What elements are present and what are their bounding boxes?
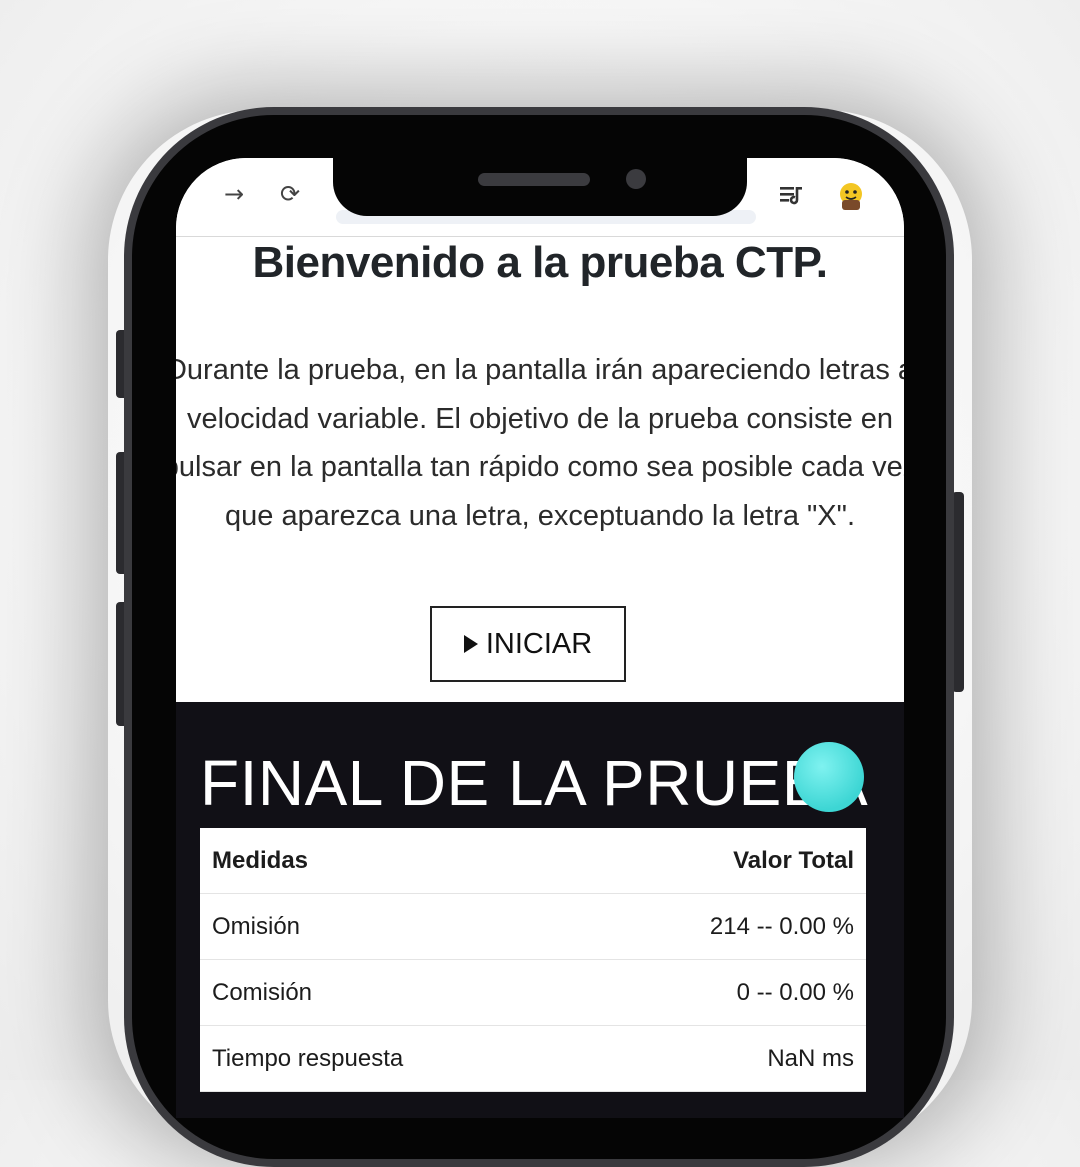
instructions-text: Durante la prueba, en la pantalla irán a… <box>176 354 904 532</box>
results-panel: FINAL DE LA PRUEBA Medidas Valor Total O… <box>176 702 904 1118</box>
phone-notch <box>333 158 747 216</box>
row-measure: Omisión <box>212 912 301 940</box>
table-row: Tiempo respuesta NaN ms <box>200 1026 866 1092</box>
table-header-row: Medidas Valor Total <box>200 828 866 894</box>
row-measure: Tiempo respuesta <box>212 1044 404 1072</box>
cyan-dot <box>794 742 864 812</box>
reading-list-icon[interactable] <box>778 182 804 208</box>
phone-screen: ‹ → ⟳ Bienvenido a la prueba CTP. Durant… <box>176 158 904 1118</box>
earpiece-speaker <box>478 173 590 186</box>
back-arrow-icon[interactable]: ‹ <box>176 180 180 208</box>
welcome-title: Bienvenido a la prueba CTP. <box>252 238 828 287</box>
row-value: 214 -- 0.00 % <box>709 912 854 940</box>
profile-avatar-icon[interactable] <box>836 182 866 212</box>
table-row: Comisión 0 -- 0.00 % <box>200 960 866 1026</box>
table-row: Omisión 214 -- 0.00 % <box>200 894 866 960</box>
start-button[interactable]: INICIAR <box>430 606 626 682</box>
row-value: 0 -- 0.00 % <box>736 978 854 1006</box>
row-measure: Comisión <box>212 978 313 1006</box>
results-title: FINAL DE LA PRUEBA <box>200 747 869 819</box>
header-total-value: Valor Total <box>733 846 854 874</box>
front-camera <box>626 169 646 189</box>
row-value: NaN ms <box>767 1044 854 1072</box>
reload-icon[interactable]: ⟳ <box>280 180 300 208</box>
play-icon <box>463 635 478 653</box>
start-button-label: INICIAR <box>485 627 593 660</box>
forward-arrow-icon[interactable]: → <box>224 180 244 208</box>
results-table: Medidas Valor Total Omisión 214 -- 0.00 … <box>200 828 866 1092</box>
header-measures: Medidas <box>212 846 309 874</box>
